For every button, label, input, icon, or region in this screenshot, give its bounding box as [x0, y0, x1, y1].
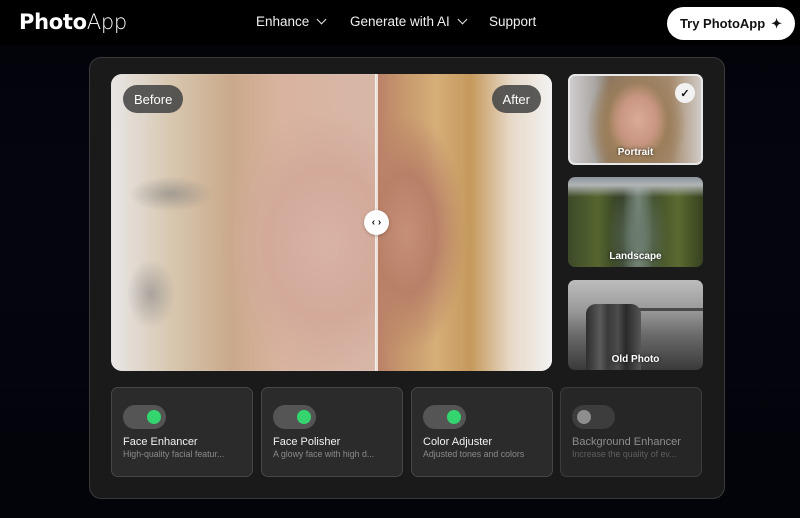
feature-title: Face Enhancer [123, 436, 198, 448]
logo-light-text: App [86, 10, 127, 34]
face-enhancer-toggle[interactable] [123, 405, 166, 429]
thumbnail-label: Portrait [617, 147, 654, 158]
toggle-knob [577, 410, 591, 424]
toggle-knob [147, 410, 161, 424]
chevron-down-icon [457, 14, 468, 25]
nav-item-label: Generate with AI [350, 14, 450, 29]
after-badge: After [491, 85, 541, 113]
feature-card-face-enhancer[interactable]: Face Enhancer High-quality facial featur… [111, 387, 253, 477]
nav-item-enhance[interactable]: Enhance [256, 14, 336, 29]
arrows-horizontal-icon: ‹ › [371, 217, 382, 228]
feature-card-face-polisher[interactable]: Face Polisher A glowy face with high d..… [261, 387, 403, 477]
background-enhancer-toggle[interactable] [572, 405, 615, 429]
nav-item-support[interactable]: Support [489, 14, 549, 29]
feature-card-background-enhancer[interactable]: Background Enhancer Increase the quality… [560, 387, 702, 477]
feature-card-color-adjuster[interactable]: Color Adjuster Adjusted tones and colors [411, 387, 553, 477]
cta-label: Try PhotoApp [679, 16, 766, 31]
feature-description: High-quality facial featur... [123, 449, 225, 459]
face-polisher-toggle[interactable] [273, 405, 316, 429]
slider-handle[interactable]: ‹ › [364, 210, 389, 235]
thumbnail-label: Old Photo [611, 354, 660, 365]
toggle-knob [447, 410, 461, 424]
feature-description: Increase the quality of ev... [572, 449, 677, 459]
sample-thumbnail-old-photo[interactable]: Old Photo [568, 280, 703, 370]
top-nav-bar: PhotoApp Enhance Generate with AI Suppor… [0, 0, 800, 45]
nav-item-label: Enhance [256, 14, 310, 29]
after-image [376, 74, 552, 371]
chevron-down-icon [316, 14, 327, 25]
feature-title: Color Adjuster [423, 436, 493, 448]
logo[interactable]: PhotoApp [19, 10, 127, 34]
try-photoapp-button[interactable]: Try PhotoApp ✦ [667, 7, 795, 40]
sample-thumbnail-landscape[interactable]: Landscape [568, 177, 703, 267]
check-icon: ✓ [675, 83, 695, 103]
color-adjuster-toggle[interactable] [423, 405, 466, 429]
toggle-knob [297, 410, 311, 424]
nav-item-label: Support [489, 14, 537, 29]
sample-thumbnail-portrait[interactable]: ✓ Portrait [568, 74, 703, 165]
feature-title: Background Enhancer [572, 436, 681, 448]
before-badge: Before [123, 85, 184, 113]
feature-title: Face Polisher [273, 436, 341, 448]
thumbnail-label: Landscape [609, 251, 662, 262]
sparkle-icon: ✦ [771, 15, 783, 31]
feature-description: A glowy face with high d... [273, 449, 375, 459]
logo-bold-text: Photo [19, 10, 87, 34]
feature-description: Adjusted tones and colors [423, 449, 525, 459]
before-image [111, 74, 376, 371]
nav-item-generate-with-ai[interactable]: Generate with AI [350, 14, 480, 29]
before-after-comparison[interactable]: ‹ › Before After [111, 74, 552, 371]
